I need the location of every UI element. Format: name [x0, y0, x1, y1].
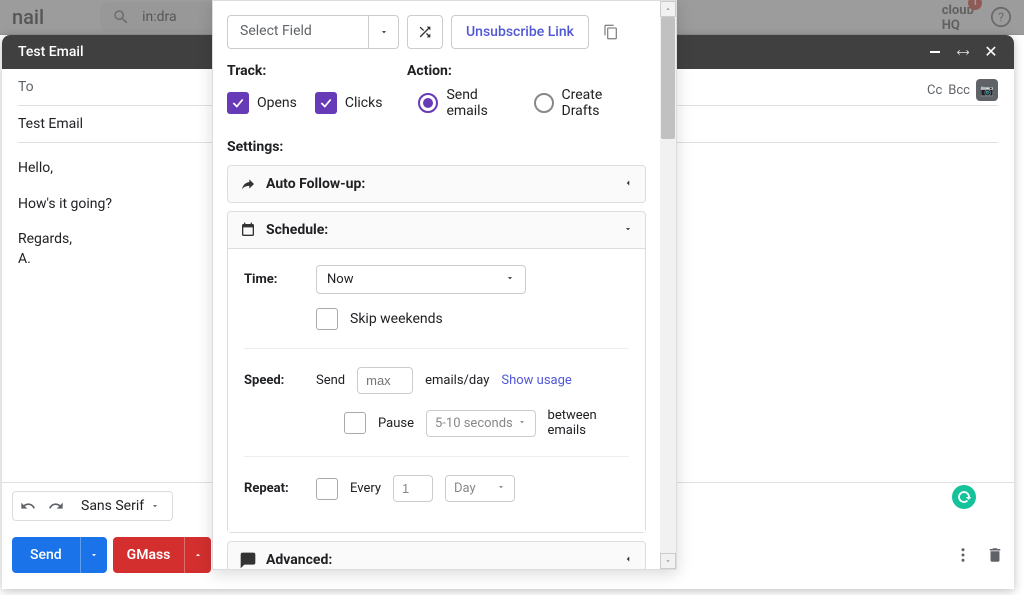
- calendar-icon: [240, 222, 256, 238]
- advanced-section[interactable]: Advanced:: [227, 541, 646, 569]
- gmass-dropdown[interactable]: [184, 537, 211, 573]
- time-label: Time:: [244, 272, 304, 287]
- time-select[interactable]: Now: [316, 265, 526, 294]
- scroll-thumb[interactable]: [661, 17, 675, 139]
- panel-scrollbar[interactable]: [660, 1, 676, 569]
- auto-followup-section[interactable]: Auto Follow-up:: [227, 165, 646, 203]
- repeat-value-input[interactable]: [393, 475, 433, 502]
- chevron-left-icon: [623, 176, 633, 192]
- unsubscribe-link-button[interactable]: Unsubscribe Link: [451, 15, 589, 49]
- schedule-title: Schedule:: [266, 222, 328, 238]
- shuffle-icon: [417, 24, 433, 40]
- create-drafts-radio[interactable]: [534, 93, 554, 113]
- to-label: To: [18, 79, 34, 95]
- auto-followup-title: Auto Follow-up:: [266, 176, 365, 192]
- repeat-unit-select[interactable]: Day: [445, 475, 515, 502]
- pause-checkbox[interactable]: [344, 412, 366, 434]
- send-emails-radio[interactable]: [418, 93, 438, 113]
- copy-button[interactable]: [597, 18, 625, 46]
- schedule-header[interactable]: Schedule:: [228, 212, 645, 248]
- send-dropdown[interactable]: [80, 537, 107, 573]
- chevron-down-icon: [623, 222, 633, 238]
- font-select[interactable]: Sans Serif: [75, 496, 166, 516]
- action-heading: Action:: [407, 63, 452, 79]
- pause-placeholder: 5-10 seconds: [435, 416, 513, 431]
- minimize-icon[interactable]: [928, 45, 942, 59]
- grammarly-icon[interactable]: [952, 485, 976, 509]
- repeat-label: Repeat:: [244, 481, 304, 496]
- select-field-dropdown[interactable]: Select Field: [227, 15, 399, 49]
- scroll-up-btn[interactable]: [660, 1, 676, 17]
- emails-day-text: emails/day: [425, 373, 489, 388]
- gmass-button-label: GMass: [113, 547, 185, 563]
- send-emails-label: Send emails: [446, 87, 515, 119]
- create-drafts-label: Create Drafts: [562, 87, 637, 119]
- select-field-placeholder: Select Field: [228, 16, 368, 48]
- unsubscribe-label: Unsubscribe Link: [466, 24, 574, 40]
- send-button[interactable]: Send: [12, 537, 107, 573]
- more-icon[interactable]: [954, 546, 972, 564]
- trash-icon[interactable]: [986, 546, 1004, 564]
- day-word: Day: [454, 481, 476, 496]
- schedule-section: Schedule: Time: Now Skip weekends S: [227, 211, 646, 533]
- expand-icon[interactable]: ⤢: [956, 45, 970, 59]
- settings-heading: Settings:: [227, 139, 646, 155]
- show-usage-link[interactable]: Show usage: [501, 373, 571, 388]
- cc-link[interactable]: Cc: [927, 83, 942, 98]
- compose-title: Test Email: [18, 44, 84, 60]
- max-input[interactable]: [357, 367, 413, 394]
- chevron-left-icon: [623, 552, 633, 568]
- every-word: Every: [350, 481, 381, 496]
- time-value: Now: [327, 272, 353, 287]
- font-select-text: Sans Serif: [81, 498, 144, 514]
- subject-text: Test Email: [18, 116, 83, 132]
- speed-label: Speed:: [244, 373, 304, 388]
- opens-checkbox[interactable]: [227, 92, 249, 114]
- send-button-label: Send: [12, 547, 80, 563]
- track-heading: Track:: [227, 63, 407, 79]
- reply-icon: [240, 176, 256, 192]
- repeat-checkbox[interactable]: [316, 478, 338, 500]
- chevron-down-icon: [150, 501, 160, 511]
- skip-weekends-label: Skip weekends: [350, 311, 443, 327]
- gmass-button[interactable]: GMass: [113, 537, 212, 573]
- skip-weekends-checkbox[interactable]: [316, 308, 338, 330]
- bcc-link[interactable]: Bcc: [948, 83, 970, 98]
- advanced-title: Advanced:: [266, 552, 332, 568]
- chevron-down-icon: [368, 16, 398, 48]
- redo-icon[interactable]: [47, 498, 65, 514]
- close-icon[interactable]: ✕: [984, 45, 998, 59]
- chat-icon: [240, 552, 256, 568]
- opens-label: Opens: [257, 95, 297, 111]
- scroll-down-btn[interactable]: [660, 553, 676, 569]
- pause-word: Pause: [378, 416, 414, 431]
- undo-icon[interactable]: [19, 498, 37, 514]
- clicks-label: Clicks: [345, 95, 383, 111]
- between-emails-text: between emails: [548, 408, 629, 438]
- gmass-settings-panel: Select Field Unsubscribe Link Track: Act…: [212, 0, 677, 570]
- camera-ext-icon[interactable]: 📷: [976, 79, 998, 101]
- copy-icon: [603, 24, 619, 40]
- clicks-checkbox[interactable]: [315, 92, 337, 114]
- pause-select[interactable]: 5-10 seconds: [426, 410, 536, 437]
- send-word: Send: [316, 373, 345, 388]
- shuffle-button[interactable]: [407, 15, 443, 49]
